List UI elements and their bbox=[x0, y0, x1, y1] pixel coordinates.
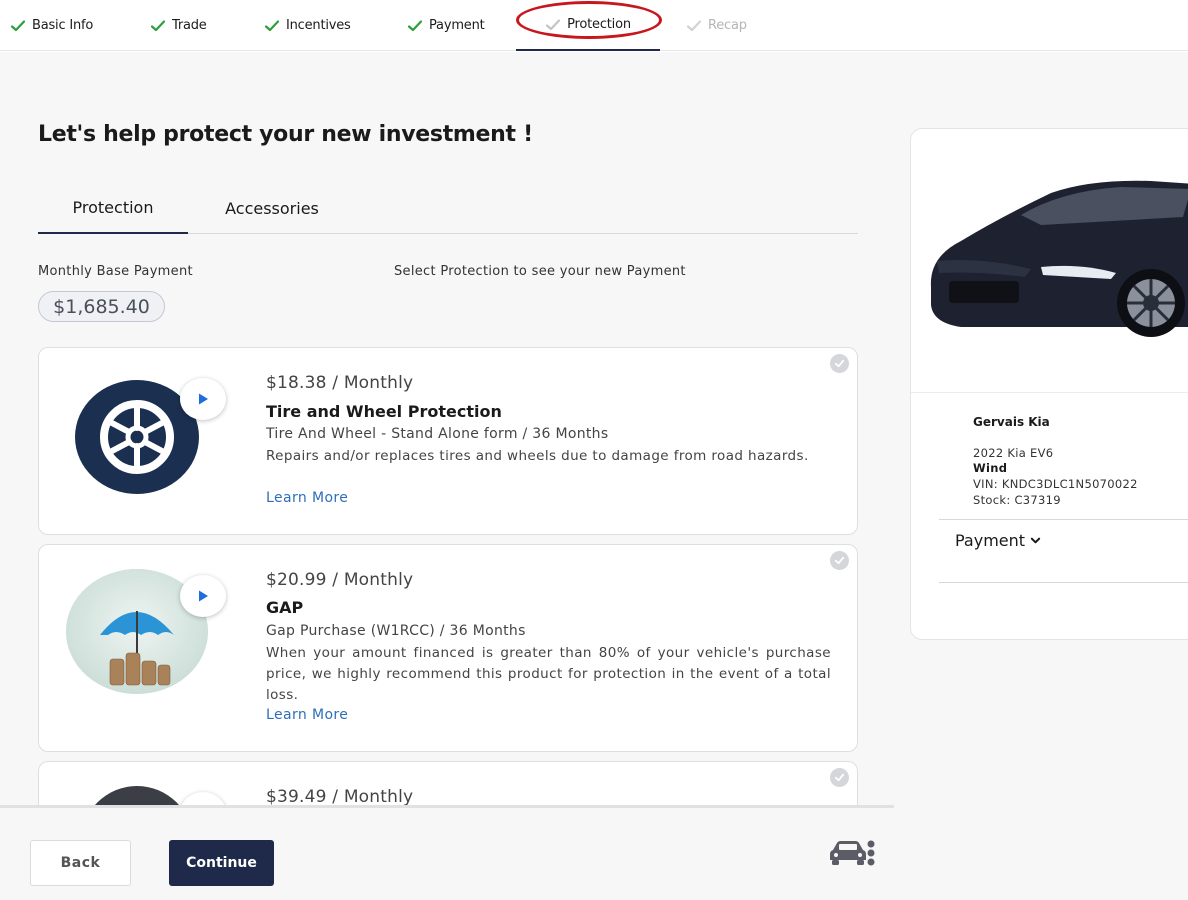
product-title: GAP bbox=[266, 598, 304, 617]
tab-bar: Protection Accessories bbox=[38, 182, 858, 234]
learn-more-link[interactable]: Learn More bbox=[266, 490, 348, 506]
dealer-name: Gervais Kia bbox=[973, 415, 1050, 429]
divider bbox=[939, 519, 1188, 520]
product-price: $20.99 / Monthly bbox=[266, 570, 414, 590]
payment-dropdown-toggle[interactable]: Payment bbox=[955, 531, 1041, 550]
step-protection[interactable]: Protection bbox=[516, 0, 660, 51]
vehicle-model: 2022 Kia EV6 bbox=[973, 446, 1054, 460]
step-label: Basic Info bbox=[32, 18, 94, 33]
step-label: Incentives bbox=[286, 18, 351, 33]
play-video-icon[interactable] bbox=[180, 575, 226, 617]
step-label: Recap bbox=[708, 18, 747, 33]
check-icon bbox=[686, 19, 702, 31]
check-icon bbox=[407, 19, 423, 31]
divider bbox=[911, 392, 1188, 393]
page-title: Let's help protect your new investment ! bbox=[38, 122, 533, 147]
product-description: When your amount financed is greater tha… bbox=[266, 645, 831, 703]
tab-accessories[interactable]: Accessories bbox=[202, 182, 342, 234]
check-icon bbox=[546, 18, 561, 30]
learn-more-link[interactable]: Learn More bbox=[266, 707, 348, 723]
product-subtitle: Tire And Wheel - Stand Alone form / 36 M… bbox=[266, 426, 609, 442]
product-subtitle: Gap Purchase (W1RCC) / 36 Months bbox=[266, 623, 526, 639]
step-label: Payment bbox=[429, 18, 485, 33]
step-label: Protection bbox=[567, 17, 631, 32]
vehicle-image bbox=[930, 180, 1188, 337]
footer-bar bbox=[0, 805, 894, 900]
continue-button[interactable]: Continue bbox=[169, 840, 274, 886]
vehicle-summary-card: Gervais Kia 2022 Kia EV6 Wind VIN: KNDC3… bbox=[910, 128, 1188, 640]
base-payment-label: Monthly Base Payment bbox=[38, 264, 193, 279]
step-recap[interactable]: Recap bbox=[686, 0, 747, 51]
product-description: Repairs and/or replaces tires and wheels… bbox=[266, 448, 809, 464]
vehicle-stock: Stock: C37319 bbox=[973, 493, 1061, 507]
car-menu-icon[interactable] bbox=[826, 838, 878, 872]
step-label: Trade bbox=[172, 18, 207, 33]
select-check-icon[interactable] bbox=[830, 768, 849, 787]
base-payment-value: $1,685.40 bbox=[38, 291, 165, 322]
product-card-tire-wheel[interactable]: $18.38 / Monthly Tire and Wheel Protecti… bbox=[38, 347, 858, 535]
vehicle-trim: Wind bbox=[973, 461, 1008, 475]
step-trade[interactable]: Trade bbox=[150, 0, 207, 51]
divider bbox=[939, 582, 1188, 583]
check-icon bbox=[264, 19, 280, 31]
payment-toggle-label: Payment bbox=[955, 531, 1026, 550]
product-title: Tire and Wheel Protection bbox=[266, 402, 502, 421]
product-price: $39.49 / Monthly bbox=[266, 787, 414, 807]
select-protection-hint: Select Protection to see your new Paymen… bbox=[394, 264, 686, 279]
product-card-gap[interactable]: $20.99 / Monthly GAP Gap Purchase (W1RCC… bbox=[38, 544, 858, 752]
check-icon bbox=[10, 19, 26, 31]
product-price: $18.38 / Monthly bbox=[266, 373, 414, 393]
vehicle-vin: VIN: KNDC3DLC1N5070022 bbox=[973, 477, 1138, 491]
chevron-down-icon bbox=[1030, 537, 1041, 544]
back-button[interactable]: Back bbox=[30, 840, 131, 886]
progress-stepper: Basic Info Trade Incentives Payment Prot… bbox=[0, 0, 1188, 51]
select-check-icon[interactable] bbox=[830, 551, 849, 570]
tab-protection[interactable]: Protection bbox=[38, 182, 188, 234]
step-payment[interactable]: Payment bbox=[407, 0, 485, 51]
select-check-icon[interactable] bbox=[830, 354, 849, 373]
check-icon bbox=[150, 19, 166, 31]
step-incentives[interactable]: Incentives bbox=[264, 0, 351, 51]
step-basic-info[interactable]: Basic Info bbox=[10, 0, 93, 51]
play-video-icon[interactable] bbox=[180, 378, 226, 420]
